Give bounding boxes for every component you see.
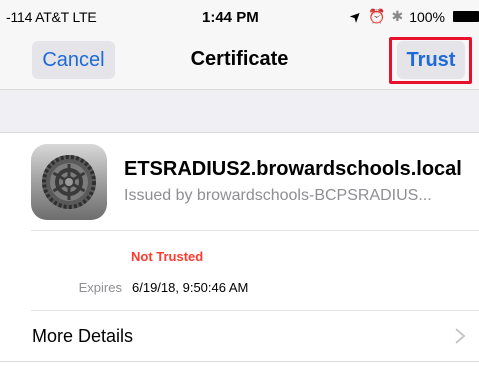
battery-percent: 100% — [409, 8, 445, 25]
status-time: 1:44 PM — [202, 9, 259, 26]
status-bar: -114 AT&T LTE 1:44 PM ➤ ⏰ ✱ 100% — [0, 0, 479, 34]
certificate-name: ETSRADIUS2.browardschools.local — [124, 158, 462, 180]
expires-value: 6/19/18, 9:50:46 AM — [132, 280, 249, 295]
location-icon: ➤ — [345, 6, 366, 26]
gear-icon — [31, 144, 107, 220]
divider — [31, 230, 479, 231]
bluetooth-icon: ✱ — [391, 8, 404, 24]
carrier-signal: -114 AT&T LTE — [6, 9, 97, 25]
navigation-bar: Certificate Cancel Trust — [0, 34, 479, 90]
trust-button[interactable]: Trust — [397, 41, 465, 79]
expires-label: Expires — [78, 280, 122, 295]
trust-status-label: Not Trusted — [131, 249, 204, 264]
status-indicators: ➤ ⏰ ✱ 100% — [346, 6, 479, 26]
cancel-button[interactable]: Cancel — [32, 41, 115, 79]
more-details-row[interactable]: More Details — [0, 311, 479, 361]
divider — [0, 361, 479, 362]
more-details-label: More Details — [32, 326, 134, 346]
alarm-icon: ⏰ — [368, 8, 386, 24]
battery-icon — [453, 11, 479, 22]
section-spacer — [0, 90, 479, 133]
certificate-issuer: Issued by browardschools-BCPSRADIUS... — [124, 187, 432, 204]
certificate-summary: ETSRADIUS2.browardschools.local Issued b… — [0, 134, 479, 230]
chevron-right-icon — [455, 328, 466, 344]
